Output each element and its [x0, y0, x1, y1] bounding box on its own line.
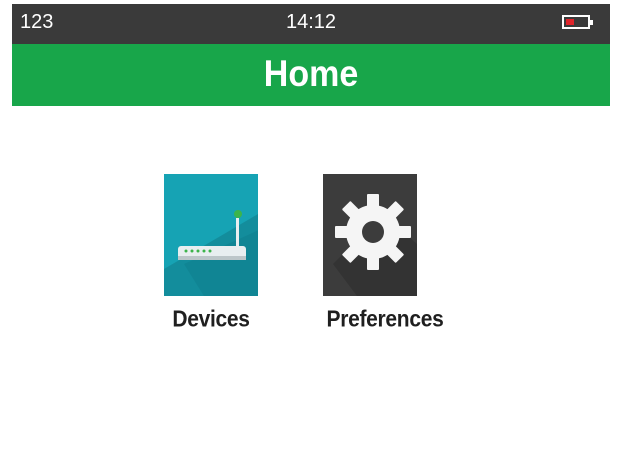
router-icon: [164, 174, 258, 296]
header-bar: Home: [12, 44, 610, 106]
status-bar: 123 14:12: [12, 4, 610, 44]
devices-label[interactable]: Devices: [164, 307, 258, 333]
device-screen: 123 14:12 Home: [12, 4, 610, 457]
preferences-label[interactable]: Preferences: [310, 307, 460, 333]
gear-icon: [323, 174, 417, 296]
preferences-tile[interactable]: [323, 174, 417, 296]
status-time: 14:12: [285, 11, 337, 33]
devices-tile[interactable]: [164, 174, 258, 296]
page-title: Home: [263, 53, 359, 95]
battery-low-icon: [562, 15, 593, 29]
battery-level: [566, 19, 574, 25]
